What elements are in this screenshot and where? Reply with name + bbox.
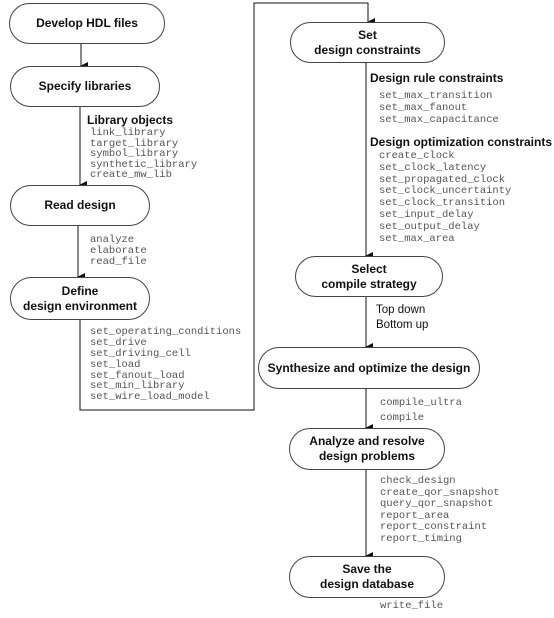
design-compiler-flow-diagram: Develop HDL files Specify libraries Read… xyxy=(0,0,554,618)
text-line: query_qor_snapshot xyxy=(380,498,494,510)
text-line: design database xyxy=(319,577,415,591)
design-optimization-commands: create_clock set_clock_latency set_propaga… xyxy=(379,150,511,245)
step-synthesize-and-optimize: Synthesize and optimize the design xyxy=(258,347,480,389)
step-define-design-environment: Define design environment xyxy=(10,277,150,320)
text-line: Save the xyxy=(342,562,392,576)
text-line: Define xyxy=(61,283,99,298)
text-line: check_design xyxy=(380,475,456,487)
text-line: Specify libraries xyxy=(38,79,132,93)
text-line: set_load xyxy=(90,358,141,371)
analysis-commands: check_design create_qor_snapshot query_qor… xyxy=(380,475,500,545)
text-line: read_file xyxy=(90,256,147,268)
text-line: design constraints xyxy=(314,42,421,57)
text-line: symbol_library xyxy=(90,148,179,160)
text-line: Select xyxy=(351,261,387,276)
step-select-compile-strategy: Select compile strategy xyxy=(295,256,443,297)
step-save-design-database: Save the design database xyxy=(289,556,445,598)
step-read-design: Read design xyxy=(10,185,150,226)
text-line: set_max_area xyxy=(379,232,455,245)
text-line: compile_ultra xyxy=(380,397,462,409)
compile-strategies: Top down Bottom up xyxy=(376,303,428,333)
text-line: Top down xyxy=(376,304,426,316)
step-analyze-and-resolve: Analyze and resolve design problems xyxy=(289,428,445,470)
library-objects-commands: link_library target_library symbol_library… xyxy=(90,128,197,181)
text-line: set_max_capacitance xyxy=(379,113,499,126)
text-line: compile strategy xyxy=(321,276,417,291)
text-line: Set xyxy=(358,27,377,42)
text-line: set_wire_load_model xyxy=(90,391,210,404)
compile-commands: compile_ultracompile xyxy=(380,396,462,426)
text-line: compile xyxy=(380,412,425,424)
design-optimization-heading: Design optimization constraints xyxy=(370,135,553,149)
text-line: Develop HDL files xyxy=(36,16,138,30)
text-line: report_constraint xyxy=(380,521,488,533)
environment-commands: set_operating_conditions set_drive set_dri… xyxy=(90,327,241,403)
text-line: Read design xyxy=(44,198,116,212)
text-line: write_file xyxy=(380,600,444,612)
text-line: create_mw_lib xyxy=(90,169,172,181)
library-objects-heading: Library objects xyxy=(87,113,174,127)
step-set-design-constraints: Set design constraints xyxy=(290,22,445,63)
design-rule-heading: Design rule constraints xyxy=(370,71,504,85)
step-specify-libraries: Specify libraries xyxy=(10,66,160,107)
text-line: link_library xyxy=(90,127,166,139)
text-line: design environment xyxy=(22,298,138,313)
design-rule-commands: set_max_transition set_max_fanout set_max_… xyxy=(379,90,499,126)
text-line: set_clock_latency xyxy=(379,161,487,174)
text-line: report_timing xyxy=(380,532,462,545)
text-line: set_max_fanout xyxy=(379,101,468,114)
text-line: set_input_delay xyxy=(379,208,474,221)
read-design-commands: analyze elaborate read_file xyxy=(90,235,147,268)
text-line: Synthesize and optimize the design xyxy=(267,360,471,375)
text-line: Analyze and resolve xyxy=(309,434,425,448)
text-line: set_output_delay xyxy=(379,220,480,233)
text-line: design problems xyxy=(318,449,415,463)
text-line: Bottom up xyxy=(376,319,429,331)
step-develop-hdl-files: Develop HDL files xyxy=(9,3,165,44)
save-commands: write_file xyxy=(380,600,443,612)
